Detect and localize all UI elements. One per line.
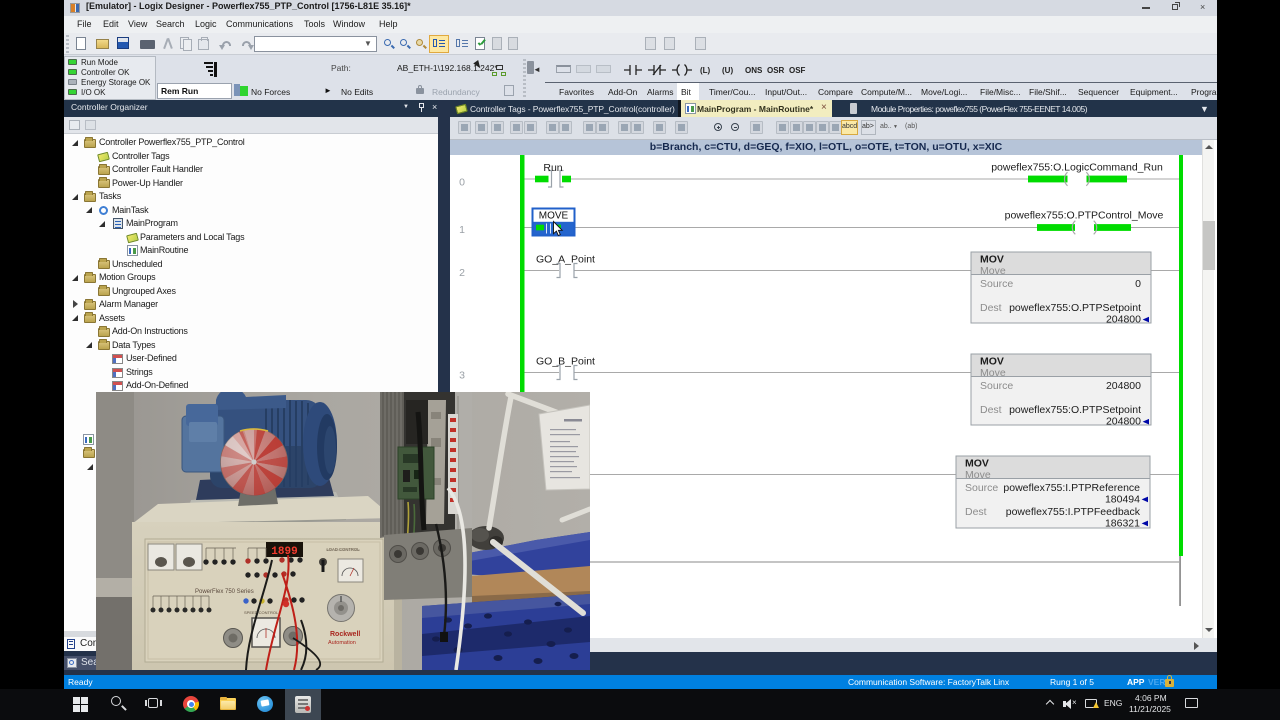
svg-text:GO_B_Point: GO_B_Point [536,356,595,368]
svg-text:SPEED CONTROL: SPEED CONTROL [244,610,279,615]
svg-text:1899: 1899 [271,546,297,558]
svg-text:poweflex755:O.LogicCommand_Run: poweflex755:O.LogicCommand_Run [991,162,1163,174]
svg-text:GO_A_Point: GO_A_Point [536,254,595,266]
svg-text:MOV: MOV [980,356,1004,368]
svg-text:180494: 180494 [1105,494,1140,506]
svg-text:poweflex755:O.PTPSetpoint: poweflex755:O.PTPSetpoint [1009,302,1141,314]
svg-text:poweflex755:O.PTPSetpoint: poweflex755:O.PTPSetpoint [1009,404,1141,416]
svg-text:0: 0 [459,177,465,189]
svg-text:3: 3 [459,370,465,382]
svg-text:PowerFlex 750 Series: PowerFlex 750 Series [195,589,254,595]
svg-text:(U): (U) [722,66,733,75]
svg-text:Dest: Dest [965,506,987,518]
svg-text:2: 2 [459,267,465,279]
svg-text:204800: 204800 [1106,416,1141,428]
svg-text:1: 1 [459,224,465,236]
svg-text:Automation: Automation [328,640,356,646]
svg-text:Source: Source [980,380,1013,392]
svg-text:186321: 186321 [1105,518,1140,530]
svg-text:poweflex755:I.PTPFeedback: poweflex755:I.PTPFeedback [1006,506,1141,518]
svg-text:Source: Source [980,278,1013,290]
svg-text:ONS: ONS [745,66,763,75]
svg-text:Dest: Dest [980,302,1002,314]
svg-text:Move: Move [965,469,991,481]
svg-text:OSR: OSR [767,66,785,75]
svg-text:204800: 204800 [1106,314,1141,326]
svg-text:MOV: MOV [965,458,989,470]
svg-text:0: 0 [1135,278,1141,290]
svg-text:Move: Move [980,367,1006,379]
svg-text:LOAD CONTROL: LOAD CONTROL [326,547,360,552]
svg-text:(L): (L) [700,66,711,75]
svg-text:204800: 204800 [1106,380,1141,392]
svg-text:Move: Move [980,265,1006,277]
svg-text:Source: Source [965,482,998,494]
svg-text:MOV: MOV [980,254,1004,266]
svg-text:Run: Run [543,162,562,174]
svg-text:poweflex755:O.PTPControl_Move: poweflex755:O.PTPControl_Move [1005,210,1164,222]
svg-text:MOVE: MOVE [539,211,569,222]
svg-text:Rockwell: Rockwell [330,631,360,638]
svg-text:poweflex755:I.PTPReference: poweflex755:I.PTPReference [1003,482,1140,494]
svg-text:OSF: OSF [789,66,806,75]
svg-text:Dest: Dest [980,404,1002,416]
